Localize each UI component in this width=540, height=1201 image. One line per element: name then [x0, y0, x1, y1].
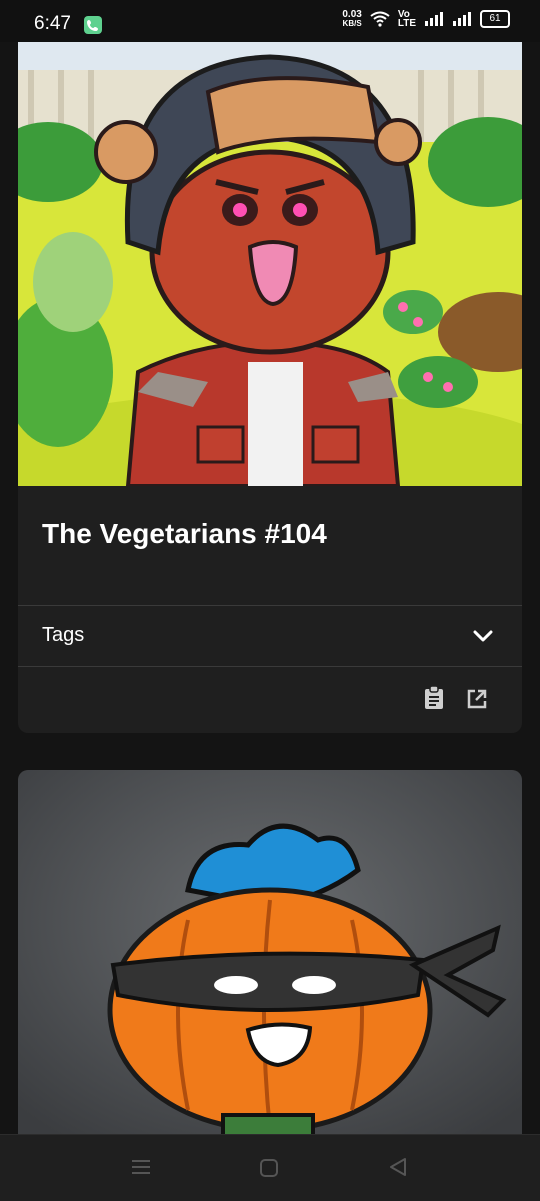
- recent-apps-icon[interactable]: [130, 1157, 152, 1177]
- battery-icon: 61: [480, 10, 510, 28]
- network-speed-unit: KB/S: [342, 19, 362, 28]
- nft-title: The Vegetarians #104: [42, 518, 327, 549]
- system-navigation-bar: [0, 1134, 540, 1201]
- home-icon[interactable]: [258, 1157, 280, 1179]
- divider-bottom: [18, 666, 522, 667]
- status-time: 6:47: [34, 13, 71, 34]
- signal-icon-1: [425, 12, 443, 26]
- network-speed: 0.03 KB/S: [342, 9, 362, 29]
- volte-indicator: Vo LTE: [397, 10, 416, 29]
- nft-card[interactable]: The Vegetarians #104 Tags: [18, 42, 522, 733]
- back-icon[interactable]: [386, 1155, 410, 1179]
- wifi-icon: [370, 11, 390, 27]
- clipboard-icon[interactable]: [424, 686, 444, 710]
- volte-line-2: LTE: [397, 18, 416, 29]
- nft-image[interactable]: [18, 770, 522, 1150]
- network-speed-value: 0.03: [342, 9, 362, 20]
- status-bar: 6:47 0.03 KB/S Vo LTE 61: [0, 0, 540, 42]
- status-icons: 0.03 KB/S Vo LTE 61: [342, 9, 510, 29]
- open-in-new-icon[interactable]: [466, 688, 488, 710]
- chevron-down-icon[interactable]: [472, 628, 494, 644]
- signal-icon-2: [453, 12, 471, 26]
- tags-expander[interactable]: Tags: [18, 606, 522, 666]
- nft-card[interactable]: [18, 770, 522, 1150]
- nft-image[interactable]: [18, 42, 522, 486]
- phone-call-icon: [84, 16, 102, 34]
- tags-label: Tags: [42, 624, 85, 646]
